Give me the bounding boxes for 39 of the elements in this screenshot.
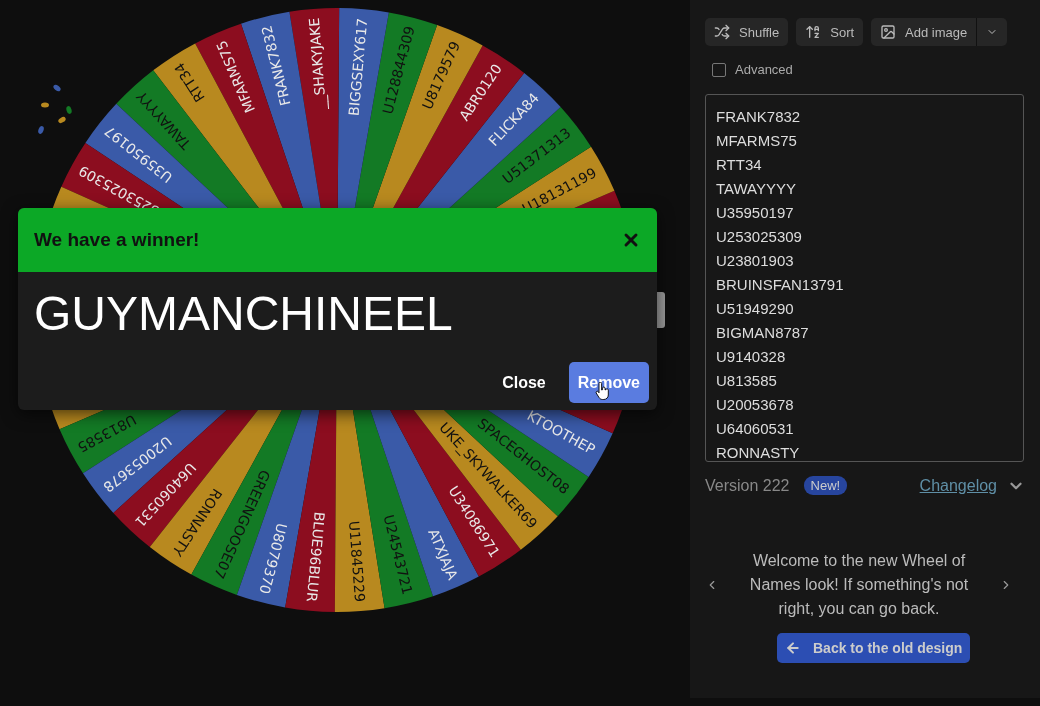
- name-entry: BRUINSFAN13791: [716, 275, 845, 295]
- close-button[interactable]: Close: [493, 362, 555, 403]
- version-label: Version 222: [705, 476, 790, 495]
- wheel-label: BIGGSEXY617: [345, 17, 371, 117]
- changelog-link[interactable]: Changelog: [919, 476, 997, 495]
- confetti-drawing: [38, 84, 72, 134]
- name-entry: U51949290: [716, 299, 795, 319]
- advanced-label: Advanced: [735, 62, 793, 77]
- shuffle-button[interactable]: Shuffle: [705, 18, 789, 46]
- remove-button[interactable]: Remove: [568, 362, 649, 403]
- dialog-title: We have a winner!: [34, 229, 200, 251]
- name-entry: U9140328: [716, 347, 787, 367]
- name-entry: TAWAYYYY: [716, 179, 797, 199]
- names-textarea[interactable]: FRANK7832 MFARMS75 RTT34 TAWAYYYY U35950197 U253025309 U23801903 BRUINSFAN13791 U51949290 BIGMAN8787 U9140328 U813585 U20053678 U64060531 RONNASTY: [705, 94, 1024, 462]
- name-entry: BIGMAN8787: [716, 323, 810, 343]
- name-entry: FRANK7832: [716, 107, 802, 127]
- name-entry: U23801903: [716, 251, 795, 271]
- name-entry: RTT34: [716, 155, 763, 175]
- wheel-label: U11845229: [345, 520, 369, 603]
- old-design-button[interactable]: Back to the old design: [777, 633, 971, 663]
- advanced-checkbox[interactable]: [712, 62, 726, 77]
- name-entry: U20053678: [716, 395, 795, 415]
- name-entry: MFARMS75: [716, 131, 798, 151]
- new-badge: New!: [803, 476, 848, 495]
- wheel-label: __SHAKYJAKE: [305, 17, 329, 110]
- sort-button[interactable]: Sort: [796, 18, 864, 46]
- name-entry: U813585: [716, 371, 778, 391]
- welcome-message: Welcome to the new Wheel of Names look! If something's not right, you can go back.: [748, 551, 970, 619]
- name-entry: U253025309: [716, 227, 803, 247]
- name-entry: U35950197: [716, 203, 795, 223]
- add-image-button[interactable]: Add image: [871, 18, 977, 46]
- wheel-label: BLUE96BLUR: [303, 511, 328, 603]
- sort-icon: [805, 24, 822, 40]
- shuffle-icon: [714, 24, 730, 40]
- name-entry: RONNASTY: [716, 443, 801, 461]
- wheel-pointer: [657, 292, 665, 328]
- winner-name: GUYMANCHINEEL: [33, 286, 454, 342]
- image-icon: [880, 24, 897, 40]
- name-entry: U64060531: [716, 419, 795, 439]
